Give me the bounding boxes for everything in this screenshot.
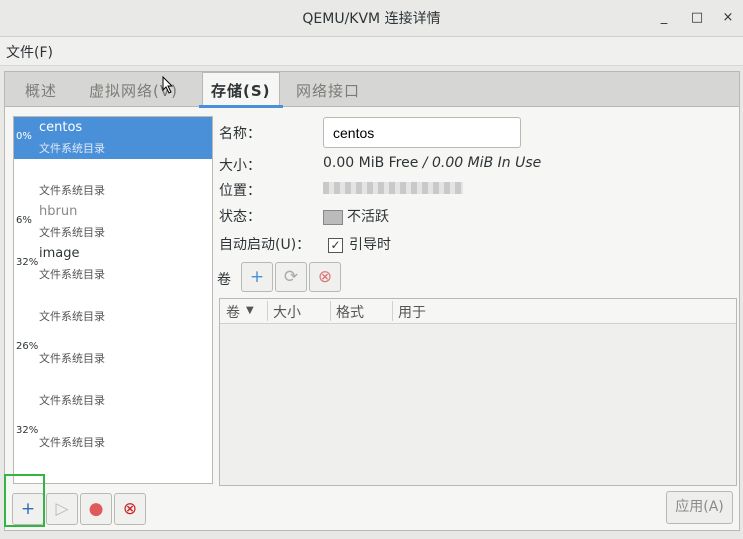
storage-pool-list[interactable]: 0% centos 文件系统目录 文件系统目录 6% hbrun 文件系统目录 …	[13, 116, 213, 484]
location-value-redacted	[323, 182, 463, 194]
pool-type: 文件系统目录	[39, 310, 105, 323]
col-format[interactable]: 格式	[336, 302, 364, 322]
pool-name-field[interactable]	[323, 117, 521, 148]
pool-type: 文件系统目录	[39, 268, 105, 281]
add-icon: +	[249, 267, 265, 287]
size-in-use: 0.00 MiB In Use	[431, 155, 542, 171]
pool-item[interactable]: 6% hbrun 文件系统目录	[14, 201, 212, 243]
state-label: 状态：	[219, 209, 261, 225]
pool-type: 文件系统目录	[39, 352, 105, 365]
pool-type: 文件系统目录	[39, 142, 105, 155]
apply-button[interactable]: 应用(A)	[666, 491, 733, 524]
pool-item[interactable]: 文件系统目录	[14, 159, 212, 201]
column-divider	[267, 301, 268, 321]
stop-pool-button[interactable]: ●	[80, 493, 112, 525]
pool-usage: 32%	[16, 425, 39, 436]
refresh-volumes-button[interactable]: ⟳	[275, 262, 307, 292]
state-value: 不活跃	[323, 206, 389, 226]
volume-table[interactable]: 卷 ▼ 大小 格式 用于	[219, 298, 737, 486]
pool-type: 文件系统目录	[39, 226, 105, 239]
menu-file[interactable]: 文件(F)	[6, 42, 53, 62]
delete-icon: ⊗	[122, 499, 138, 519]
window-title: QEMU/KVM 连接详情	[302, 11, 441, 27]
pool-usage: 26%	[16, 341, 39, 352]
pool-item[interactable]: 32% image 文件系统目录	[14, 243, 212, 285]
tab-network-interfaces[interactable]: 网络接口	[296, 80, 360, 101]
mouse-pointer-icon	[162, 76, 174, 94]
connection-details-panel: 概述 虚拟网络(V) 存储(S) 网络接口 0% centos 文件系统目录 文…	[4, 71, 740, 531]
location-label: 位置：	[219, 183, 261, 199]
pool-type: 文件系统目录	[39, 184, 105, 197]
title-bar: QEMU/KVM 连接详情 _ □ ×	[0, 0, 743, 37]
stop-icon: ●	[88, 499, 104, 519]
play-icon: ▷	[55, 499, 69, 519]
volumes-label: 卷	[217, 272, 231, 288]
check-icon: ✓	[328, 237, 343, 253]
pool-name: centos	[39, 120, 83, 135]
col-volume[interactable]: 卷	[226, 302, 240, 322]
sort-down-icon: ▼	[246, 305, 254, 316]
pool-type: 文件系统目录	[39, 436, 105, 449]
start-pool-button[interactable]: ▷	[46, 493, 78, 525]
size-separator: /	[418, 155, 432, 171]
size-value: 0.00 MiB Free / 0.00 MiB In Use	[323, 155, 541, 171]
col-used-by[interactable]: 用于	[398, 302, 426, 322]
pool-usage: 32%	[16, 257, 39, 268]
minimize-button[interactable]: _	[655, 9, 673, 27]
pool-item[interactable]: 文件系统目录	[14, 369, 212, 411]
column-divider	[330, 301, 331, 321]
pool-item[interactable]: 0% centos 文件系统目录	[14, 117, 212, 159]
autostart-checkbox[interactable]: ✓ 引导时	[328, 234, 391, 254]
pool-item[interactable]: 文件系统目录	[14, 285, 212, 327]
refresh-icon: ⟳	[283, 267, 299, 287]
tab-storage[interactable]: 存储(S)	[199, 72, 283, 108]
pool-usage: 0%	[16, 131, 32, 142]
pool-item[interactable]: 32% 文件系统目录	[14, 411, 212, 453]
autostart-text: 引导时	[349, 237, 391, 253]
add-volume-button[interactable]: +	[241, 262, 273, 292]
maximize-button[interactable]: □	[688, 9, 706, 27]
name-label: 名称：	[219, 126, 261, 142]
pool-type: 文件系统目录	[39, 394, 105, 407]
size-free: 0.00 MiB Free	[323, 155, 419, 171]
active-tab-indicator	[199, 105, 283, 108]
inactive-monitor-icon	[323, 209, 343, 225]
pool-name: hbrun	[39, 204, 78, 219]
tab-storage-label: 存储(S)	[211, 82, 271, 100]
delete-icon: ⊗	[317, 267, 333, 287]
tab-overview[interactable]: 概述	[25, 80, 57, 101]
size-label: 大小：	[219, 158, 261, 174]
col-size[interactable]: 大小	[273, 302, 301, 322]
pool-usage: 6%	[16, 215, 32, 226]
menu-bar: 文件(F)	[0, 37, 743, 66]
tab-strip: 概述 虚拟网络(V) 存储(S) 网络接口	[5, 72, 739, 108]
column-divider	[392, 301, 393, 321]
delete-pool-button[interactable]: ⊗	[114, 493, 146, 525]
delete-volume-button[interactable]: ⊗	[309, 262, 341, 292]
volume-table-header: 卷 ▼ 大小 格式 用于	[220, 299, 736, 324]
close-button[interactable]: ×	[719, 9, 737, 27]
pool-item[interactable]: 26% 文件系统目录	[14, 327, 212, 369]
highlight-box	[4, 474, 45, 527]
pool-name: image	[39, 246, 80, 261]
state-text: 不活跃	[347, 209, 389, 225]
autostart-label: 自动启动(U)：	[219, 237, 311, 253]
